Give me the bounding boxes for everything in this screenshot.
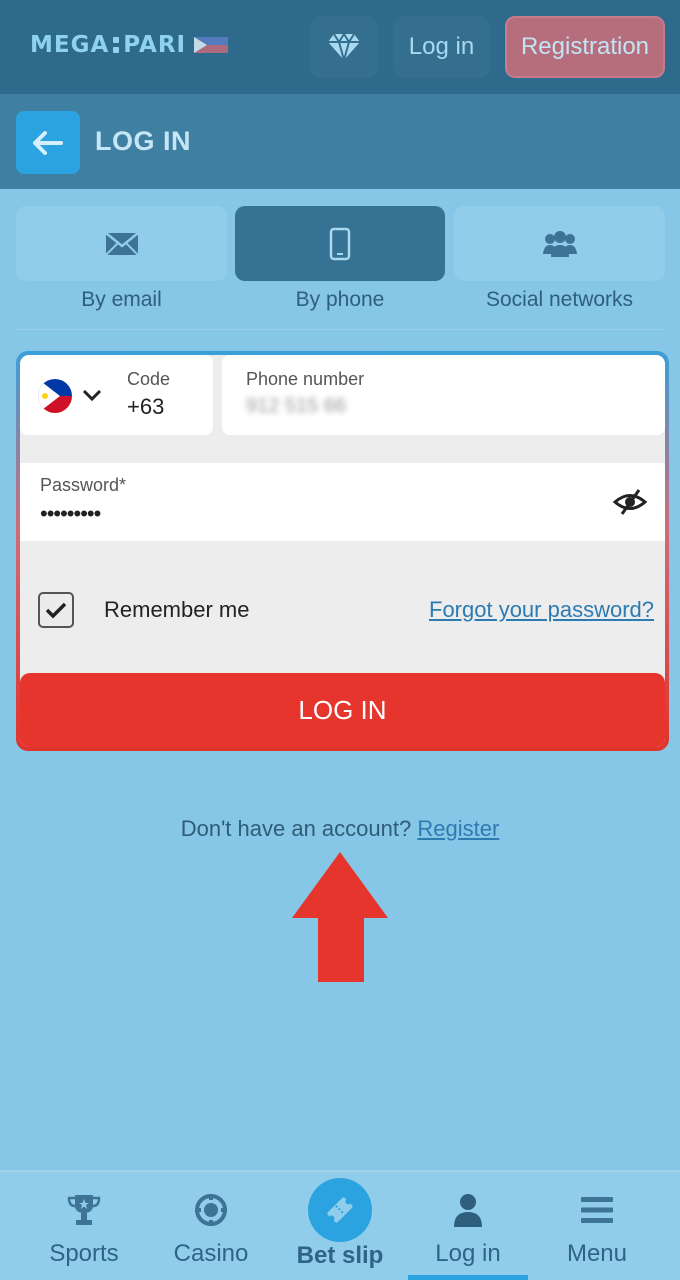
phone-number-label: Phone number bbox=[246, 369, 365, 389]
login-form: Code +63 Phone number 912 515 66 Passwor… bbox=[20, 355, 665, 747]
register-prompt: Don't have an account? Register bbox=[0, 816, 680, 842]
remember-me-label: Remember me bbox=[104, 597, 250, 622]
trophy-icon bbox=[67, 1195, 101, 1225]
divider bbox=[16, 329, 664, 330]
logo-colon bbox=[112, 34, 120, 56]
page-title: LOG IN bbox=[95, 126, 191, 156]
remember-me-checkbox[interactable] bbox=[38, 592, 74, 628]
nav-casino-label: Casino bbox=[173, 1240, 249, 1267]
page-titlebar: LOG IN bbox=[0, 94, 680, 189]
register-link[interactable]: Register bbox=[417, 816, 499, 841]
active-tab-indicator bbox=[408, 1275, 528, 1280]
tab-label-email: By email bbox=[81, 288, 162, 311]
diamond-icon bbox=[328, 32, 360, 62]
tab-label-phone: By phone bbox=[295, 288, 385, 311]
nav-casino[interactable]: Casino bbox=[161, 1172, 261, 1280]
philippines-flag-icon bbox=[194, 37, 229, 53]
code-label: Code bbox=[127, 369, 171, 389]
vip-diamond-button[interactable] bbox=[310, 16, 378, 78]
logo-text-mega: MEGA bbox=[30, 32, 110, 58]
hamburger-icon bbox=[581, 1197, 613, 1223]
nav-sports[interactable]: Sports bbox=[34, 1172, 134, 1280]
bottom-navigation: Sports Casino Bet slip Log in Menu bbox=[0, 1170, 680, 1280]
back-button[interactable] bbox=[16, 111, 80, 174]
red-arrow-up-icon bbox=[292, 852, 388, 982]
country-code-selector[interactable]: Code +63 bbox=[20, 355, 213, 435]
arrow-left-icon bbox=[33, 130, 63, 155]
bet-slip-badge bbox=[308, 1178, 372, 1242]
nav-log-in[interactable]: Log in bbox=[408, 1172, 528, 1280]
user-icon bbox=[454, 1194, 482, 1227]
nav-bet-slip-label: Bet slip bbox=[296, 1242, 384, 1269]
users-icon bbox=[542, 230, 577, 257]
megapari-logo[interactable]: MEGA PARI bbox=[30, 32, 229, 58]
password-label: Password* bbox=[40, 475, 127, 495]
chevron-down-icon bbox=[82, 389, 102, 402]
tab-by-email[interactable] bbox=[16, 206, 227, 281]
tab-by-phone[interactable] bbox=[235, 206, 445, 281]
nav-menu[interactable]: Menu bbox=[547, 1172, 647, 1280]
password-field[interactable]: Password* ••••••••• bbox=[20, 463, 665, 541]
nav-bet-slip[interactable]: Bet slip bbox=[280, 1172, 400, 1280]
logo-text-pari: PARI bbox=[123, 32, 187, 58]
header-login-button[interactable]: Log in bbox=[393, 16, 490, 78]
casino-chip-icon bbox=[195, 1194, 227, 1226]
login-form-card: Code +63 Phone number 912 515 66 Passwor… bbox=[16, 351, 669, 751]
login-submit-button[interactable]: LOG IN bbox=[20, 673, 665, 747]
nav-menu-label: Menu bbox=[566, 1240, 628, 1267]
philippines-flag-icon bbox=[38, 379, 72, 413]
header-registration-button[interactable]: Registration bbox=[505, 16, 665, 78]
envelope-icon bbox=[104, 231, 139, 256]
phone-number-field[interactable]: Phone number 912 515 66 bbox=[222, 355, 665, 435]
nav-sports-label: Sports bbox=[49, 1240, 119, 1267]
password-value: ••••••••• bbox=[40, 501, 101, 526]
eye-hidden-icon[interactable] bbox=[613, 487, 647, 517]
phone-number-value: 912 515 66 bbox=[246, 395, 347, 417]
ticket-icon bbox=[327, 1197, 353, 1223]
code-value: +63 bbox=[127, 394, 165, 419]
phone-icon bbox=[329, 227, 351, 260]
top-header: MEGA PARI Log in Registration bbox=[0, 0, 680, 94]
nav-log-in-label: Log in bbox=[435, 1240, 501, 1267]
tab-label-social: Social networks bbox=[485, 288, 634, 311]
forgot-password-link[interactable]: Forgot your password? bbox=[429, 597, 654, 623]
register-prompt-text: Don't have an account? bbox=[180, 816, 412, 841]
checkmark-icon bbox=[45, 602, 67, 619]
tab-social-networks[interactable] bbox=[454, 206, 665, 281]
